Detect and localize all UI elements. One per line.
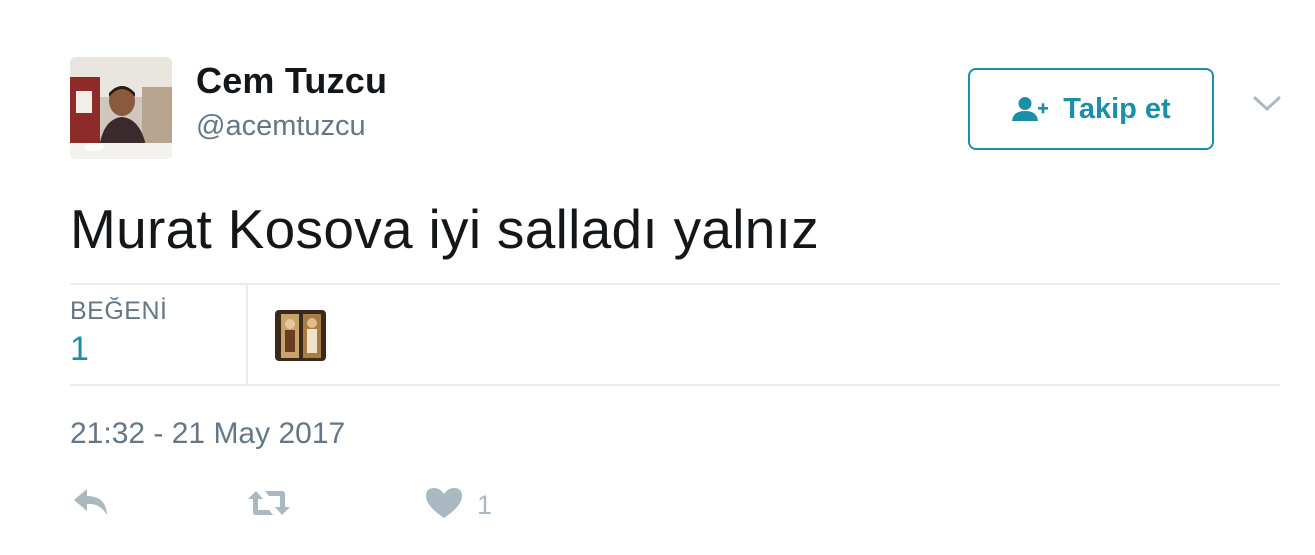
chevron-down-icon[interactable] bbox=[1252, 92, 1282, 116]
author-display-name[interactable]: Cem Tuzcu bbox=[196, 60, 387, 102]
stats-bottom-divider bbox=[70, 384, 1280, 386]
add-user-icon bbox=[1011, 96, 1049, 122]
heart-icon[interactable] bbox=[424, 486, 464, 520]
likes-count[interactable]: 1 bbox=[70, 330, 89, 369]
retweet-icon[interactable] bbox=[246, 488, 292, 518]
tweet-text: Murat Kosova iyi salladı yalnız bbox=[70, 198, 820, 260]
liker-avatar[interactable] bbox=[275, 310, 326, 361]
tweet-card: Cem Tuzcu @acemtuzcu Takip et Murat Koso… bbox=[0, 0, 1315, 555]
like-count: 1 bbox=[477, 490, 493, 520]
stats-top-divider bbox=[70, 283, 1280, 285]
reply-icon[interactable] bbox=[72, 487, 110, 517]
stats-divider bbox=[246, 285, 248, 385]
follow-button[interactable]: Takip et bbox=[968, 68, 1214, 150]
tweet-timestamp[interactable]: 21:32 - 21 May 2017 bbox=[70, 417, 345, 451]
likes-label[interactable]: BEĞENİ bbox=[70, 297, 167, 326]
author-avatar[interactable] bbox=[70, 57, 172, 159]
author-handle[interactable]: @acemtuzcu bbox=[196, 110, 366, 143]
follow-button-label: Takip et bbox=[1063, 92, 1171, 125]
